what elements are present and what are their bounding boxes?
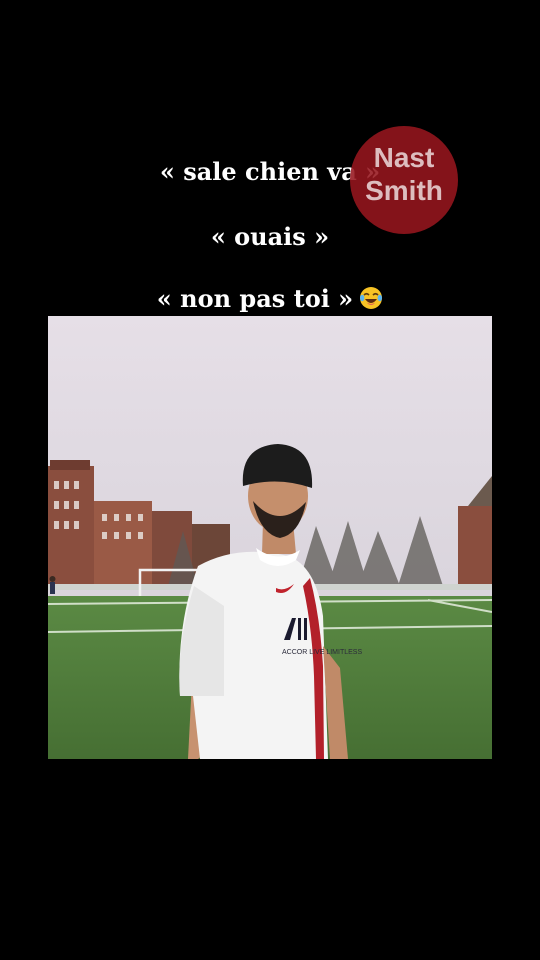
video-frame[interactable]: ACCOR LIVE LIMITLESS — [48, 316, 492, 759]
distant-player — [49, 576, 56, 594]
caption-line-1: « sale chien va » — [159, 157, 381, 186]
watermark-line-2: Smith — [365, 175, 443, 206]
caption-line-3: « non pas toi » — [0, 284, 540, 314]
caption-line-2: « ouais » — [210, 222, 330, 251]
watermark-line-1: Nast — [373, 142, 435, 173]
face-with-tears-of-joy-icon — [360, 287, 383, 309]
caption-line-3-text: « non pas toi » — [156, 284, 354, 313]
reel-screen: « sale chien va » « ouais » « non pas to… — [0, 0, 540, 960]
watermark-logo: Nast Smith — [350, 126, 458, 234]
video-scene: ACCOR LIVE LIMITLESS — [48, 316, 492, 759]
jersey-sponsor-text: ACCOR LIVE LIMITLESS — [282, 649, 362, 656]
